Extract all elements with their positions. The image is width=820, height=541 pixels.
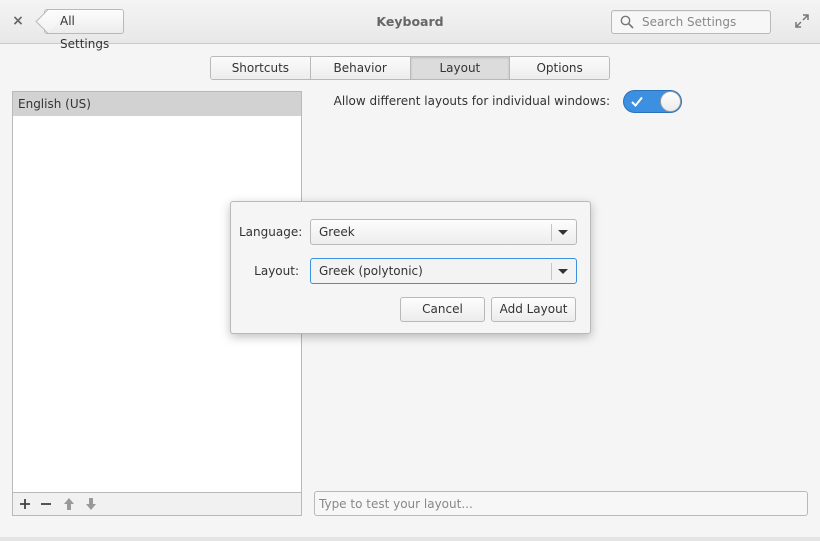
layout-value: Greek (polytonic) (319, 264, 423, 278)
search-icon (620, 15, 634, 29)
move-up-icon[interactable] (62, 497, 76, 511)
layout-label: Layout: (254, 264, 299, 278)
move-down-icon[interactable] (84, 497, 98, 511)
layout-list-toolbar (12, 492, 302, 516)
remove-icon[interactable] (39, 497, 53, 511)
language-combo[interactable]: Greek (310, 219, 577, 245)
tab-behavior[interactable]: Behavior (310, 57, 411, 79)
check-icon (631, 96, 643, 107)
combo-separator (551, 224, 552, 241)
search-field[interactable] (611, 10, 771, 34)
add-layout-button[interactable]: Add Layout (491, 297, 576, 322)
language-label: Language: (239, 225, 303, 239)
tab-shortcuts[interactable]: Shortcuts (211, 57, 311, 79)
tab-bar: Shortcuts Behavior Layout Options (210, 56, 610, 80)
per-window-layouts-label: Allow different layouts for individual w… (333, 94, 610, 108)
tab-layout[interactable]: Layout (410, 57, 511, 79)
per-window-layouts-switch[interactable] (623, 90, 682, 113)
language-value: Greek (319, 225, 355, 239)
test-layout-input[interactable] (314, 491, 808, 516)
chevron-down-icon (558, 230, 568, 235)
add-icon[interactable] (18, 497, 32, 511)
cancel-button[interactable]: Cancel (400, 297, 485, 322)
search-input[interactable] (642, 13, 766, 31)
switch-knob[interactable] (660, 91, 681, 112)
maximize-icon[interactable] (795, 14, 809, 28)
add-layout-dialog: Language: Greek Layout: Greek (polytonic… (230, 201, 591, 334)
tab-options[interactable]: Options (510, 57, 609, 79)
layout-combo[interactable]: Greek (polytonic) (310, 258, 577, 284)
window-bottom-edge (0, 537, 820, 541)
combo-separator (551, 263, 552, 280)
layout-list-item[interactable]: English (US) (13, 92, 301, 116)
chevron-down-icon (558, 269, 568, 274)
header-bar: × All Settings Keyboard (0, 0, 820, 51)
